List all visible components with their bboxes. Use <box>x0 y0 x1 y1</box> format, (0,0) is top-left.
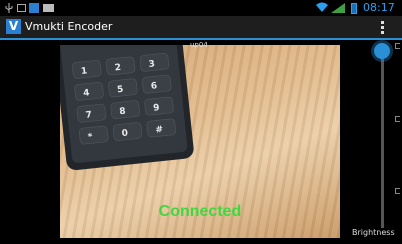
svg-text:0: 0 <box>121 129 128 140</box>
signal-icon <box>331 3 345 13</box>
usb-icon <box>5 3 13 13</box>
svg-text:7: 7 <box>85 110 92 121</box>
brightness-label: Brightness <box>352 228 395 237</box>
wifi-icon <box>316 2 328 12</box>
svg-text:4: 4 <box>83 88 90 99</box>
brightness-slider-thumb[interactable] <box>374 43 390 59</box>
app-title: Vmukti Encoder <box>25 20 113 33</box>
sim-icon <box>17 4 26 12</box>
clock: 08:17 <box>363 1 395 14</box>
action-bar: V Vmukti Encoder <box>0 16 402 40</box>
connection-status: Connected <box>158 203 242 220</box>
svg-text:2: 2 <box>114 63 121 74</box>
status-bar: 08:17 <box>0 0 402 16</box>
battery-icon <box>351 3 357 14</box>
svg-text:3: 3 <box>148 59 155 70</box>
edge-bracket-icon <box>395 43 400 49</box>
message-icon <box>43 4 54 12</box>
app-notification-icon <box>29 3 39 13</box>
svg-text:9: 9 <box>153 103 160 114</box>
camera-preview: 123 456 789 * 0 # Connected <box>60 45 340 238</box>
svg-text:6: 6 <box>150 81 157 92</box>
svg-text:8: 8 <box>119 107 126 118</box>
brightness-slider[interactable] <box>381 48 384 228</box>
edge-bracket-icon <box>395 116 400 122</box>
edge-bracket-icon <box>395 188 400 194</box>
svg-text:5: 5 <box>117 85 124 96</box>
svg-text:1: 1 <box>81 66 88 77</box>
stream-label: up04 <box>190 41 208 49</box>
svg-text:#: # <box>155 125 164 136</box>
app-logo: V <box>6 19 21 34</box>
overflow-menu-icon[interactable] <box>378 20 386 35</box>
